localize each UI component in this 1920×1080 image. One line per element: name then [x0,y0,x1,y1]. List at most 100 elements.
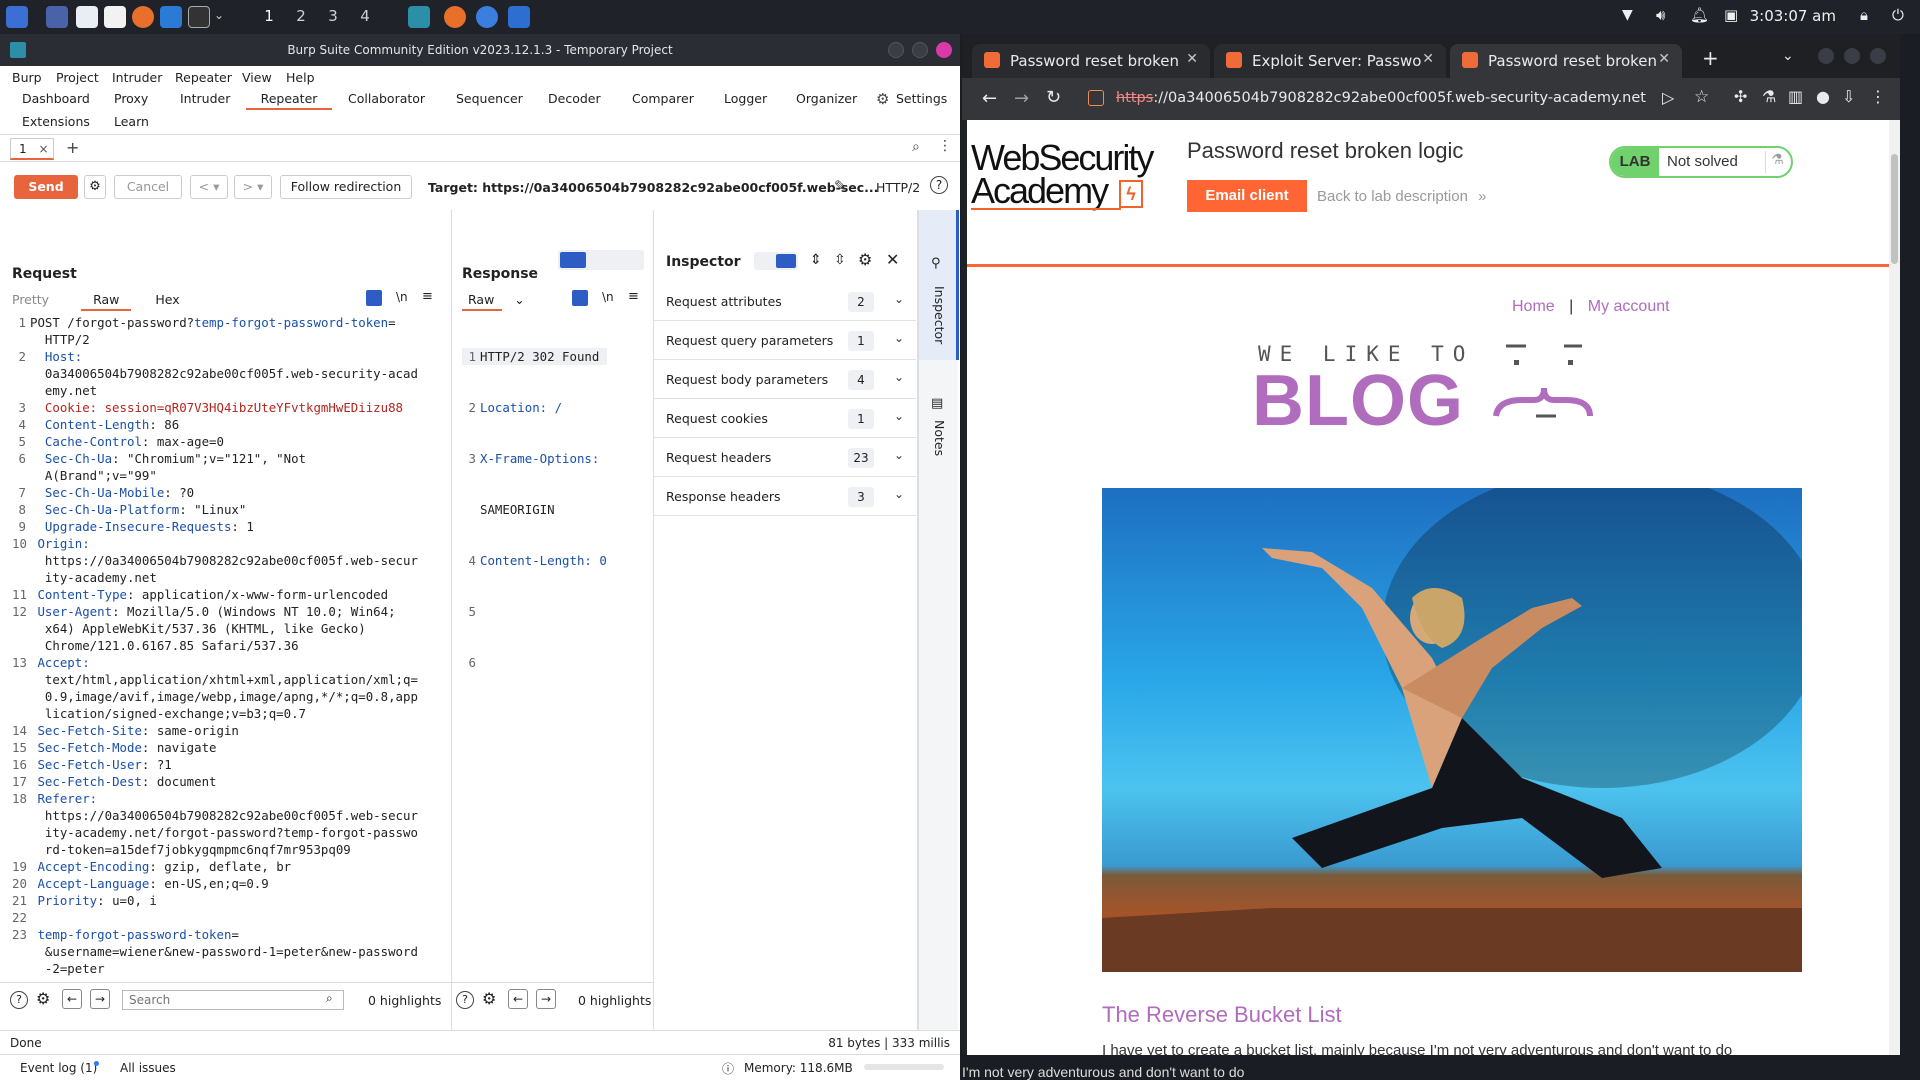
previous-arrow-icon[interactable]: ← [62,989,82,1009]
tab-proxy[interactable]: Proxy [104,88,158,110]
chevron-down-icon[interactable]: ⌄ [514,292,524,307]
tab-settings[interactable]: Settings [886,88,957,110]
workspace-4[interactable]: 4 [354,7,376,25]
forward-nav-button[interactable]: > ▾ [234,175,272,199]
volume-icon[interactable]: 🔊︎ [1656,6,1665,24]
reload-icon[interactable]: ↻ [1046,87,1061,108]
message-actions-icon[interactable] [572,290,588,306]
view-raw[interactable]: Raw [81,292,132,311]
edit-target-icon[interactable]: ✎ [834,177,847,195]
chromium-task-icon[interactable] [476,6,498,28]
menu-project[interactable]: Project [56,70,99,85]
close-icon[interactable]: ✕ [1658,51,1670,67]
tab-collaborator[interactable]: Collaborator [338,88,435,110]
next-arrow-icon[interactable]: → [536,989,556,1009]
close-icon[interactable]: ✕ [1186,51,1198,67]
bookmark-star-icon[interactable]: ☆ [1694,87,1709,107]
workspace-3[interactable]: 3 [322,7,344,25]
tab-repeater[interactable]: Repeater [246,88,332,110]
blog-post-image[interactable] [1102,488,1802,972]
repeater-tab-1[interactable]: 1 × [10,138,54,160]
send-icon[interactable]: ▷ [1662,88,1674,107]
response-editor[interactable]: 1 HTTP/2 302 Found 2 Location: / 3 X-Frame-… [462,314,607,705]
menu-repeater[interactable]: Repeater [175,70,232,85]
lab-flask-icon[interactable]: ⚗ [1762,87,1776,106]
document-viewer-icon[interactable] [104,6,126,28]
address-bar[interactable]: https://0a34006504b7908282c92abe00cf005f… [1082,84,1646,114]
message-actions-icon[interactable] [366,290,382,306]
nav-my-account[interactable]: My account [1588,298,1670,315]
tab-logger[interactable]: Logger [714,88,777,110]
tab-dashboard[interactable]: Dashboard [12,88,100,110]
download-icon[interactable]: ⇩ [1842,87,1855,106]
terminal-icon[interactable] [188,6,210,28]
inspector-row-request-attributes[interactable]: Request attributes 2 ⌄ [654,282,916,321]
close-button[interactable] [1870,48,1886,64]
response-view-select[interactable]: Raw ⌄ [462,292,525,311]
newline-toggle-icon[interactable]: \n [602,290,614,304]
next-arrow-icon[interactable]: → [90,989,110,1009]
clock[interactable]: 3:03:07 am [1750,7,1836,25]
previous-arrow-icon[interactable]: ← [508,989,528,1009]
cancel-button[interactable]: Cancel [114,175,182,199]
inspector-layout-active-icon[interactable] [776,254,796,268]
send-options-icon[interactable]: ⚙ [84,175,106,199]
vscode-icon[interactable] [160,6,182,28]
back-arrow-icon[interactable]: ← [982,88,997,109]
tab-sequencer[interactable]: Sequencer [446,88,533,110]
workspace-1[interactable]: 1 [258,7,280,25]
clipboard-icon[interactable]: ▣ [1724,6,1738,24]
view-pretty[interactable]: Pretty [12,292,49,307]
minimize-button[interactable] [1818,48,1834,64]
lock-icon[interactable]: 🔒︎ [1860,6,1868,24]
menu-help[interactable]: Help [286,70,315,85]
notification-bell-icon[interactable]: 🔔︎ [1690,6,1709,24]
menu-lines-icon[interactable]: ≡ [628,289,639,304]
tab-comparer[interactable]: Comparer [622,88,704,110]
search-icon[interactable]: ⌕ [912,139,920,155]
email-client-button[interactable]: Email client [1187,180,1307,212]
chevron-down-icon[interactable]: ⌄ [214,8,224,22]
help-icon[interactable]: ? [10,991,28,1009]
side-panel-icon[interactable]: ▥ [1788,87,1803,106]
tab-decoder[interactable]: Decoder [538,88,611,110]
notes-side-tab[interactable]: ▤ Notes [919,396,959,496]
workspace-2[interactable]: 2 [290,7,312,25]
firefox-icon[interactable] [132,6,154,28]
chevron-down-icon[interactable]: ⌄ [894,370,904,384]
inspector-row-request-headers[interactable]: Request headers 23 ⌄ [654,438,916,477]
tab-organizer[interactable]: Organizer [786,88,867,110]
inspector-row-query-parameters[interactable]: Request query parameters 1 ⌄ [654,321,916,360]
inspector-side-tab[interactable]: ⚲ Inspector [919,210,959,360]
chevron-down-icon[interactable]: ⌄ [894,487,904,501]
browser-tab-2[interactable]: Exploit Server: Password ✕ [1214,44,1446,78]
file-manager-icon[interactable] [76,6,98,28]
request-editor[interactable]: 1 POST /forgot-password?temp-forgot-passw… [12,314,418,977]
target-label[interactable]: Target: https://0a34006504b7908282c92abe… [428,180,878,195]
event-log-link[interactable]: Event log (1) [20,1061,97,1075]
close-icon[interactable]: ✕ [886,250,899,269]
collapse-all-icon[interactable]: ⇳ [834,252,846,268]
chevron-down-icon[interactable]: ⌄ [894,409,904,423]
help-icon[interactable]: ? [930,176,948,194]
new-tab-button[interactable]: + [1702,46,1719,70]
view-hex[interactable]: Hex [155,292,179,307]
firefox-task-icon[interactable] [444,6,466,28]
nav-home[interactable]: Home [1512,298,1555,315]
back-nav-button[interactable]: < ▾ [190,175,228,199]
window-task-icon[interactable] [508,6,530,28]
chevron-down-icon[interactable]: ⌄ [894,331,904,345]
scrollbar-thumb[interactable] [1891,154,1898,264]
maximize-button[interactable] [912,42,928,58]
close-icon[interactable]: ✕ [1422,51,1434,67]
inspector-row-body-parameters[interactable]: Request body parameters 4 ⌄ [654,360,916,399]
academy-logo[interactable]: WebSecurity Academy ϟ [971,140,1154,210]
more-options-icon[interactable]: ⋮ [938,138,952,154]
forward-arrow-icon[interactable]: → [1014,88,1029,109]
all-issues-link[interactable]: All issues [120,1061,176,1075]
tab-search-icon[interactable]: ⌄ [1782,48,1794,64]
inspector-row-cookies[interactable]: Request cookies 1 ⌄ [654,399,916,438]
chevron-down-icon[interactable]: ⌄ [894,292,904,306]
layout-toggle[interactable] [558,250,644,270]
expand-all-icon[interactable]: ⇕ [810,252,822,268]
